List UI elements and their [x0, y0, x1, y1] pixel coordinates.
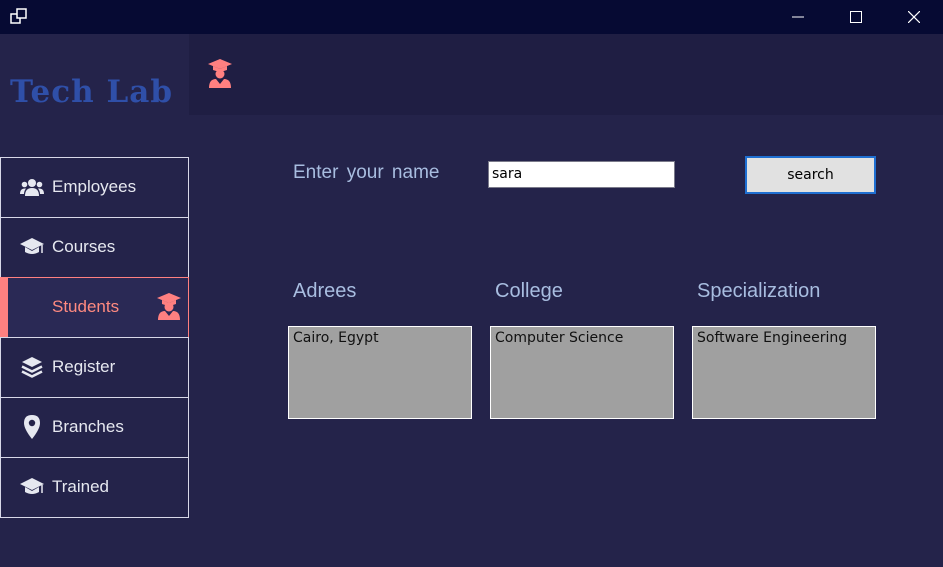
student-icon [208, 59, 232, 88]
sidebar-item-trained[interactable]: Trained [0, 457, 189, 518]
search-button[interactable]: search [745, 156, 876, 194]
student-icon [157, 293, 181, 320]
close-button[interactable] [885, 0, 943, 34]
specialization-field[interactable]: Software Engineering [692, 326, 876, 419]
title-bar [0, 0, 943, 34]
close-icon [908, 11, 920, 23]
sidebar-item-employees[interactable]: Employees [0, 157, 189, 218]
users-icon [19, 175, 45, 199]
sidebar-item-courses[interactable]: Courses [0, 217, 189, 278]
sidebar: Tech Lab Employees Courses Students Regi… [0, 34, 189, 567]
map-pin-icon [19, 415, 45, 439]
window-app-icon [10, 8, 27, 24]
address-field[interactable]: Cairo, Egypt [288, 326, 472, 419]
active-indicator [1, 278, 8, 337]
sidebar-item-label: Register [52, 357, 116, 376]
name-input[interactable]: sara [488, 161, 675, 188]
page-header [189, 34, 943, 115]
maximize-icon [850, 11, 862, 23]
minimize-button[interactable] [769, 0, 827, 34]
sidebar-item-label: Branches [52, 417, 124, 436]
college-field[interactable]: Computer Science [490, 326, 674, 419]
address-label: Adrees [293, 280, 357, 302]
sidebar-item-label: Courses [52, 237, 116, 256]
minimize-icon [792, 16, 804, 18]
sidebar-item-branches[interactable]: Branches [0, 397, 189, 458]
layers-icon [19, 355, 45, 379]
maximize-button[interactable] [827, 0, 885, 34]
sidebar-item-register[interactable]: Register [0, 337, 189, 398]
specialization-label: Specialization [697, 280, 821, 302]
sidebar-item-label: Students [52, 297, 120, 316]
app-logo: Tech Lab [10, 74, 173, 110]
graduation-cap-icon [19, 235, 45, 259]
sidebar-item-label: Employees [52, 177, 137, 196]
sidebar-item-label: Trained [52, 477, 110, 496]
graduation-cap-icon [19, 475, 45, 499]
name-prompt-label: Enter your name [293, 162, 440, 183]
sidebar-item-students[interactable]: Students [0, 277, 189, 338]
main-content: Enter your name sara search Adrees Colle… [189, 115, 943, 567]
college-label: College [495, 280, 563, 302]
